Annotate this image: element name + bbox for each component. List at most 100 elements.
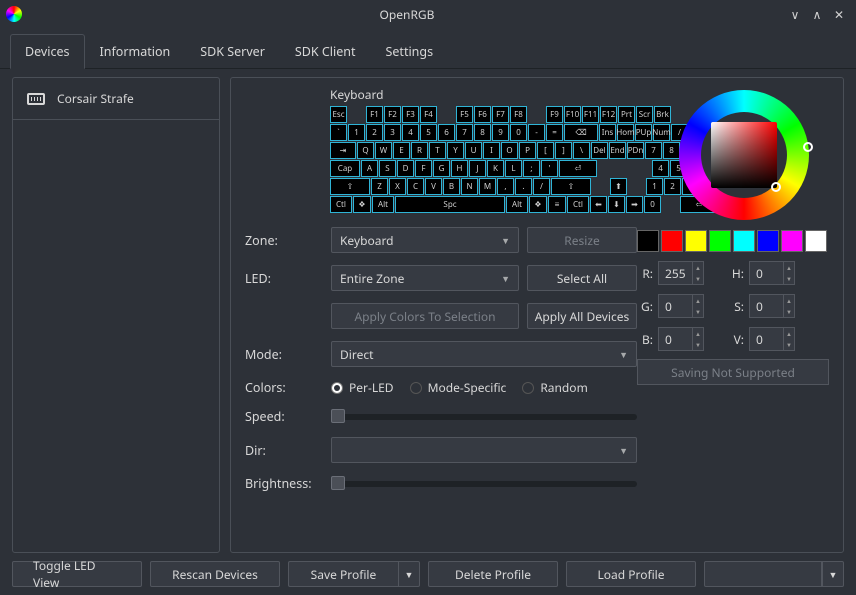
key[interactable]: F4 [420,106,437,123]
key[interactable]: ⇧ [330,178,370,195]
save-profile-dropdown[interactable]: ▼ [398,561,420,587]
key[interactable]: J [469,160,486,177]
key[interactable]: D [397,160,414,177]
key[interactable]: ≡ [548,196,566,213]
key[interactable]: B [443,178,460,195]
hue-handle-icon[interactable] [803,142,813,152]
key[interactable]: ] [555,142,572,159]
key[interactable]: ' [541,160,558,177]
key[interactable]: U [465,142,482,159]
h-input[interactable]: 0▲▼ [749,261,795,285]
led-select[interactable]: Entire Zone▼ [331,265,519,291]
key[interactable]: R [411,142,428,159]
key[interactable]: V [425,178,442,195]
tab-sdk-server[interactable]: SDK Server [185,34,280,68]
key[interactable]: F7 [492,106,509,123]
key[interactable]: C [407,178,424,195]
swatch[interactable] [805,230,827,252]
key[interactable]: 6 [438,124,455,141]
key[interactable]: = [546,124,563,141]
key[interactable]: O [501,142,518,159]
key[interactable]: ⬆ [610,178,627,195]
swatch[interactable] [637,230,659,252]
key[interactable]: F11 [582,106,599,123]
key[interactable]: ⬇ [608,196,625,213]
key[interactable]: I [483,142,500,159]
key[interactable]: End [609,142,626,159]
key[interactable]: G [433,160,450,177]
radio-per-led[interactable]: Per-LED [331,379,394,396]
key[interactable]: Scr [636,106,653,123]
key[interactable]: X [389,178,406,195]
key[interactable]: Ins [599,124,616,141]
maximize-button[interactable]: ∧ [806,3,828,25]
dir-select[interactable]: ▼ [331,437,637,463]
key[interactable]: 3 [384,124,401,141]
swatch[interactable] [709,230,731,252]
key[interactable]: Alt [372,196,394,213]
key[interactable]: ⏎ [559,160,597,177]
tab-devices[interactable]: Devices [10,34,85,69]
b-input[interactable]: 0▲▼ [658,327,704,351]
key[interactable]: F1 [366,106,383,123]
apply-all-button[interactable]: Apply All Devices [527,303,637,329]
delete-profile-button[interactable]: Delete Profile [428,561,558,587]
resize-button[interactable]: Resize [527,227,637,253]
key[interactable]: ⬅ [590,196,607,213]
key[interactable] [628,178,645,195]
key[interactable]: , [497,178,514,195]
key[interactable]: H [451,160,468,177]
key[interactable]: 2 [366,124,383,141]
speed-slider[interactable] [331,414,637,420]
select-all-button[interactable]: Select All [527,265,637,291]
key[interactable]: 1 [348,124,365,141]
r-input[interactable]: 255▲▼ [658,261,704,285]
key[interactable]: ⌫ [564,124,598,141]
mode-select[interactable]: Direct▼ [331,341,637,367]
tab-sdk-client[interactable]: SDK Client [280,34,371,68]
key[interactable] [438,106,455,123]
g-input[interactable]: 0▲▼ [658,294,704,318]
key[interactable]: F2 [384,106,401,123]
key[interactable]: Z [371,178,388,195]
key[interactable]: Del [591,142,608,159]
key[interactable] [598,160,615,177]
key[interactable]: F10 [564,106,581,123]
brightness-slider[interactable] [331,481,637,487]
key[interactable] [528,106,545,123]
key[interactable]: M [479,178,496,195]
key[interactable]: F5 [456,106,473,123]
close-button[interactable]: ✕ [828,3,850,25]
key[interactable]: ⇧ [551,178,591,195]
swatch[interactable] [685,230,707,252]
swatch[interactable] [661,230,683,252]
key[interactable]: ❖ [353,196,371,213]
key[interactable]: F12 [600,106,617,123]
key[interactable]: 4 [402,124,419,141]
profile-select[interactable]: ▼ [704,561,844,587]
key[interactable]: ⇥ [330,142,356,159]
key[interactable]: \ [573,142,590,159]
key[interactable]: 8 [474,124,491,141]
key[interactable]: PUp [635,124,652,141]
key[interactable]: L [505,160,522,177]
key[interactable] [634,160,651,177]
key[interactable]: - [528,124,545,141]
key[interactable]: . [515,178,532,195]
key[interactable]: Spc [395,196,505,213]
key[interactable]: Ctl [330,196,352,213]
key[interactable]: F3 [402,106,419,123]
key[interactable]: F [415,160,432,177]
key[interactable]: F8 [510,106,527,123]
key[interactable]: W [375,142,392,159]
device-item[interactable]: Corsair Strafe [13,78,219,120]
tab-settings[interactable]: Settings [371,34,449,68]
key[interactable]: 0 [510,124,527,141]
swatch[interactable] [781,230,803,252]
key[interactable]: ❖ [529,196,547,213]
key[interactable]: T [429,142,446,159]
key[interactable]: Prt [618,106,635,123]
key[interactable]: ; [523,160,540,177]
toggle-led-view-button[interactable]: Toggle LED View [12,561,142,587]
key[interactable]: A [361,160,378,177]
